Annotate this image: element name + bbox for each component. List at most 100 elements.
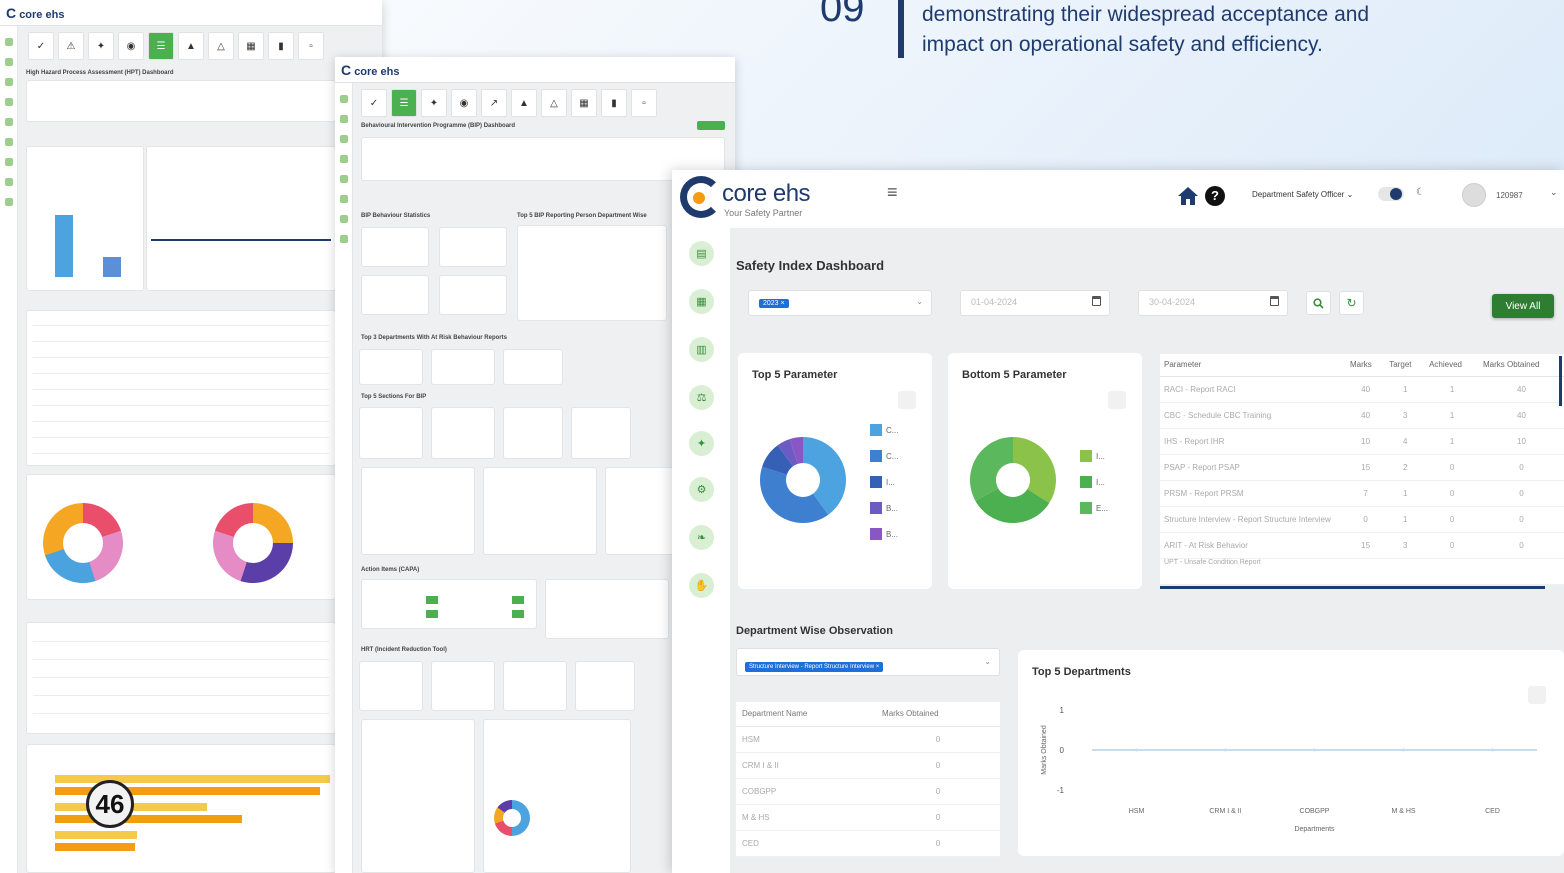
legend-item[interactable]: I... xyxy=(870,469,898,495)
y-axis-label: Marks Obtained xyxy=(1041,725,1048,775)
column-header[interactable]: Marks Obtained xyxy=(876,702,1000,727)
mini-donut-card xyxy=(483,719,631,873)
menu-icon[interactable]: ≡ xyxy=(887,182,898,203)
chart-menu-icon[interactable] xyxy=(898,391,916,409)
home-icon[interactable] xyxy=(1177,186,1199,206)
view-all-button[interactable]: View All xyxy=(1492,294,1554,318)
sidebar-list-icon[interactable]: ▦ xyxy=(689,289,714,314)
cell: 10 xyxy=(1346,428,1386,455)
mini-module-tiles: ✓ ☰ ✦ ◉ ↗ ▲ △ ▦ ▮ ▫ xyxy=(361,89,657,117)
mini-card xyxy=(361,467,475,555)
cell: 2 xyxy=(1385,454,1426,481)
cell: 15 xyxy=(1346,532,1386,559)
date-from-input[interactable]: 01-04-2024 xyxy=(960,290,1110,316)
calendar-icon[interactable] xyxy=(1092,296,1101,306)
chevron-down-icon: ⌄ xyxy=(984,657,991,666)
cell: 0 xyxy=(876,726,1000,753)
legend-item[interactable]: I... xyxy=(1080,443,1108,469)
cell: 40 xyxy=(1479,402,1564,429)
column-header[interactable]: Parameter xyxy=(1160,354,1346,377)
calendar-icon[interactable] xyxy=(1270,296,1279,306)
avatar[interactable] xyxy=(1462,183,1486,207)
sidebar-leaf-icon[interactable]: ❧ xyxy=(689,525,714,550)
table-row[interactable]: RACI - Report RACI 40 1 1 40 xyxy=(1160,376,1564,403)
vertical-scrollbar[interactable] xyxy=(1559,356,1562,406)
logo-tagline: Your Safety Partner xyxy=(724,208,803,218)
sidebar-bulb-icon[interactable]: ✦ xyxy=(689,431,714,456)
cell: 1 xyxy=(1425,402,1480,429)
legend-item[interactable]: E... xyxy=(1080,495,1108,521)
sidebar-scale-icon[interactable]: ⚖ xyxy=(689,385,714,410)
table-row[interactable]: PRSM - Report PRSM 7 1 0 0 xyxy=(1160,480,1564,507)
app-logo[interactable]: core ehs Your Safety Partner xyxy=(680,176,840,222)
sidebar-hand-icon[interactable]: ✋ xyxy=(689,573,714,598)
mini-kpi xyxy=(439,227,507,267)
sidebar-gear-icon[interactable]: ⚙ xyxy=(689,477,714,502)
column-header[interactable]: Marks xyxy=(1346,354,1386,377)
mini-title: Behavioural Intervention Programme (BIP)… xyxy=(361,123,516,129)
page-badge: 46 xyxy=(86,780,134,828)
legend-item[interactable]: B... xyxy=(870,495,898,521)
mini-kpi xyxy=(359,349,423,385)
sidebar-chart-icon[interactable]: ▥ xyxy=(689,337,714,362)
cell: ARIT - At Risk Behavior xyxy=(1160,532,1346,559)
legend-item[interactable]: I... xyxy=(1080,469,1108,495)
table-row[interactable]: IHS - Report IHR 10 4 1 10 xyxy=(1160,428,1564,455)
top5-parameter-card: Top 5 Parameter C... C... I... B... B... xyxy=(738,353,932,589)
table-row[interactable]: CBC - Schedule CBC Training 40 3 1 40 xyxy=(1160,402,1564,429)
table-row[interactable]: UPT - Unsafe Condition Report xyxy=(1160,558,1564,585)
legend-item[interactable]: C... xyxy=(870,417,898,443)
logo-name: core ehs xyxy=(722,180,811,207)
role-select[interactable]: Department Safety Officer ⌄ xyxy=(1252,190,1353,199)
column-header[interactable]: Marks Obtained xyxy=(1479,354,1564,377)
data-point[interactable] xyxy=(1224,748,1227,752)
table-row[interactable]: ARIT - At Risk Behavior 15 3 0 0 xyxy=(1160,532,1564,559)
mini-table-card xyxy=(146,146,336,291)
top-bar: core ehs Your Safety Partner ≡ ? Departm… xyxy=(672,170,1564,228)
pie-slice[interactable] xyxy=(970,437,1013,501)
search-button[interactable] xyxy=(1306,291,1331,315)
column-header[interactable]: Target xyxy=(1385,354,1426,377)
legend-item[interactable]: B... xyxy=(870,521,898,547)
user-chevron-icon[interactable]: ⌄ xyxy=(1550,187,1558,198)
column-header[interactable]: Achieved xyxy=(1425,354,1480,377)
page-badge-number: 46 xyxy=(95,788,125,819)
table-row[interactable]: PSAP - Report PSAP 15 2 0 0 xyxy=(1160,454,1564,481)
chart-menu-icon[interactable] xyxy=(1108,391,1126,409)
cell: 1 xyxy=(1425,428,1480,455)
observation-type-select[interactable]: Structure Interview - Report Structure I… xyxy=(736,648,1000,676)
data-point[interactable] xyxy=(1313,748,1316,752)
year-select[interactable]: 2023 × ⌄ xyxy=(748,290,932,316)
cell: IHS - Report IHR xyxy=(1160,428,1346,455)
x-tick-label: HSM xyxy=(1129,808,1145,815)
sidebar-clipboard-icon[interactable]: ▤ xyxy=(689,241,714,266)
table-row[interactable]: Structure Interview - Report Structure I… xyxy=(1160,506,1564,533)
data-point[interactable] xyxy=(1491,748,1494,752)
table-row[interactable]: HSM 0 xyxy=(736,726,1000,753)
data-point[interactable] xyxy=(1135,748,1138,752)
observation-chip[interactable]: Structure Interview - Report Structure I… xyxy=(745,662,884,672)
cell: 0 xyxy=(1479,480,1564,507)
horizontal-scrollbar[interactable] xyxy=(1160,586,1545,589)
mini-kpi xyxy=(503,407,563,459)
table-row[interactable]: M & HS 0 xyxy=(736,804,1000,831)
year-chip[interactable]: 2023 × xyxy=(759,299,789,308)
date-to-input[interactable]: 30-04-2024 xyxy=(1138,290,1288,316)
table-row[interactable]: COBGPP 0 xyxy=(736,778,1000,805)
mini-card xyxy=(483,467,597,555)
help-icon[interactable]: ? xyxy=(1205,186,1225,206)
theme-toggle[interactable] xyxy=(1378,187,1404,201)
legend-item[interactable]: C... xyxy=(870,443,898,469)
mini-card xyxy=(605,467,675,555)
data-point[interactable] xyxy=(1402,748,1405,752)
mini-kpi xyxy=(503,349,563,385)
refresh-button[interactable]: ↻ xyxy=(1339,291,1364,315)
cell: 0 xyxy=(1425,454,1480,481)
mini-table-card-2 xyxy=(26,622,336,734)
pie-slice[interactable] xyxy=(1013,437,1056,504)
table-row[interactable]: CED 0 xyxy=(736,830,1000,857)
mini-card xyxy=(545,579,669,639)
table-row[interactable]: CRM I & II 0 xyxy=(736,752,1000,779)
column-header[interactable]: Department Name xyxy=(736,702,877,727)
mini-donut-card xyxy=(26,474,336,600)
